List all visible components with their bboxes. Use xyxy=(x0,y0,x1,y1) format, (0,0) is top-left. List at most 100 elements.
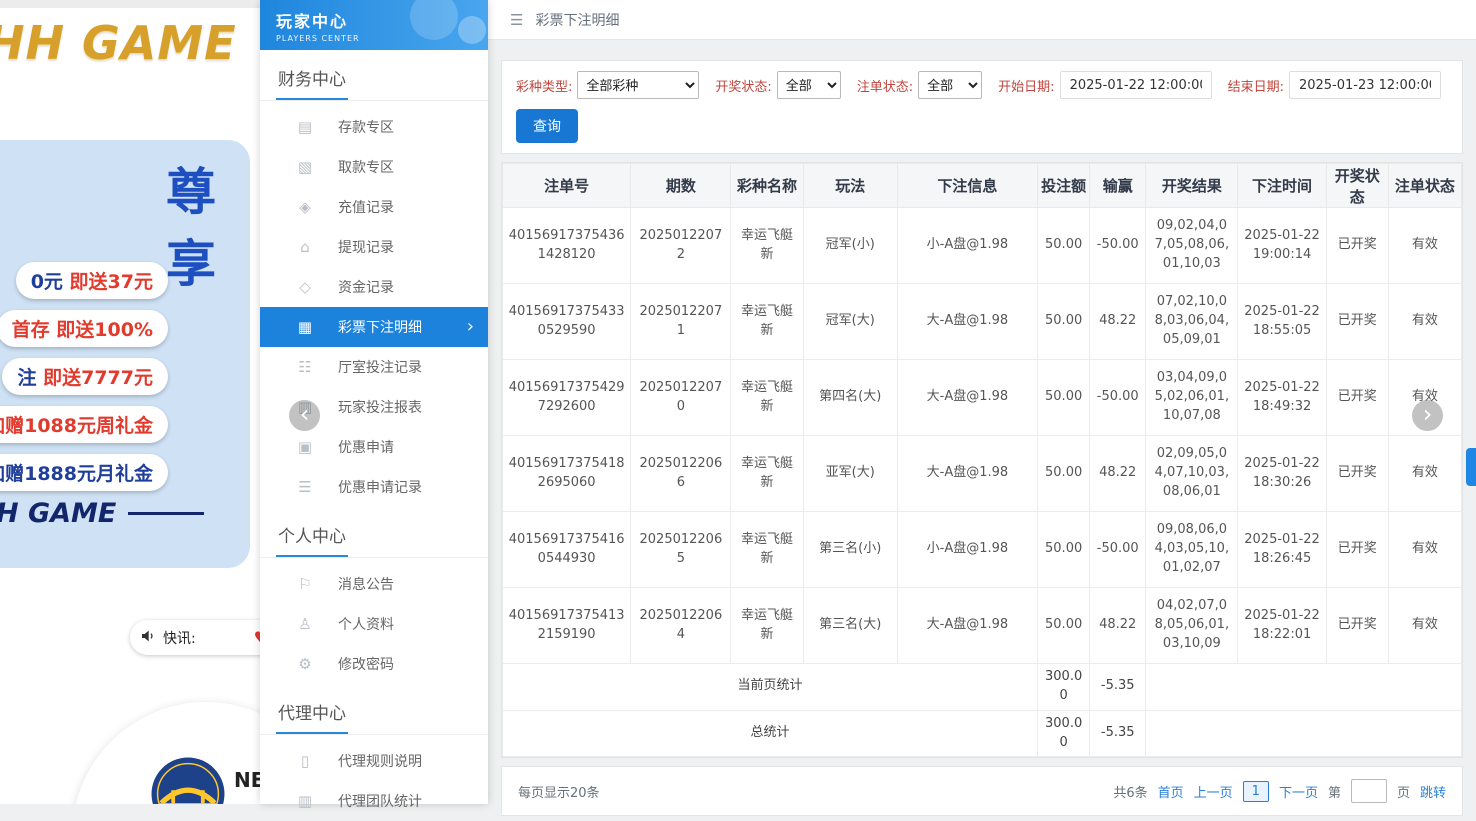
sidebar-item-lottery-bet-details[interactable]: ▦ 彩票下注明细 › xyxy=(260,307,488,347)
first-page-link[interactable]: 首页 xyxy=(1158,782,1184,801)
table-cell: -50.00 xyxy=(1089,207,1147,284)
sidebar-section-finance: 财务中心 xyxy=(260,50,488,101)
sidebar-item-promo-apply-records[interactable]: ☰ 优惠申请记录 xyxy=(260,467,488,507)
table-cell: 已开奖 xyxy=(1325,587,1389,664)
jump-button[interactable]: 跳转 xyxy=(1420,782,1446,801)
table-cell: 大-A盘@1.98 xyxy=(896,283,1039,360)
speaker-icon xyxy=(140,628,156,648)
col-bet-info: 下注信息 xyxy=(896,163,1039,208)
sidebar-item-profile[interactable]: ♙ 个人资料 xyxy=(260,604,488,644)
lottery-type-select[interactable]: 全部彩种 xyxy=(577,71,700,99)
recharge-records-icon: ◈ xyxy=(299,198,311,216)
table-cell: -50.00 xyxy=(1089,359,1147,436)
table-cell: 有效 xyxy=(1387,283,1463,360)
table-cell: 小-A盘@1.98 xyxy=(896,511,1039,588)
table-cell: 401569173754330529590 xyxy=(501,283,632,360)
sidebar-item-hall-bet-records[interactable]: ☷ 厅室投注记录 xyxy=(260,347,488,387)
table-cell: 48.22 xyxy=(1089,587,1147,664)
table-cell: 冠军(小) xyxy=(802,207,898,284)
col-win-loss: 输赢 xyxy=(1089,163,1147,208)
prev-page-link[interactable]: 上一页 xyxy=(1194,782,1233,801)
sidebar-item-promo-apply[interactable]: ▣ 优惠申请 xyxy=(260,427,488,467)
current-page-badge[interactable]: 1 xyxy=(1242,780,1269,802)
table-cell: 401569173754182695060 xyxy=(501,435,632,512)
brand-dash xyxy=(128,512,205,515)
table-cell: 07,02,10,08,03,06,04,05,09,01 xyxy=(1145,283,1239,360)
carousel-right-arrow[interactable]: › xyxy=(1412,400,1443,431)
pager-controls: 共6条 首页 上一页 1 下一页 第 页 跳转 xyxy=(1113,779,1446,804)
total-summary-empty xyxy=(1145,709,1462,758)
footer-logo-text: NE xyxy=(234,768,260,792)
news-ticker[interactable]: 快讯: ♥ xyxy=(130,620,260,655)
end-date-label: 结束日期: xyxy=(1227,79,1284,95)
carousel-left-arrow[interactable]: ‹ xyxy=(289,400,320,431)
table-cell: 20250122064 xyxy=(630,587,732,664)
table-cell: 2025-01-22 18:55:05 xyxy=(1237,283,1327,360)
bet-details-table: 注单号 期数 彩种名称 玩法 下注信息 投注额 输赢 开奖结果 下注时间 开奖状… xyxy=(501,163,1463,758)
col-order-status: 注单状态 xyxy=(1387,163,1463,208)
sidebar-item-change-password[interactable]: ⚙ 修改密码 xyxy=(260,644,488,684)
sidebar: 玩家中心 PLAYERS CENTER 财务中心 ▤ 存款专区 ▧ 取款专区 ◈… xyxy=(260,0,488,810)
sidebar-title: 玩家中心 xyxy=(276,12,349,31)
table-cell: 2025-01-22 19:00:14 xyxy=(1237,207,1327,284)
sidebar-item-deposit[interactable]: ▤ 存款专区 xyxy=(260,107,488,147)
table-cell: 幸运飞艇新 xyxy=(730,587,804,664)
sidebar-item-withdraw[interactable]: ▧ 取款专区 xyxy=(260,147,488,187)
jump-prefix-text: 第 xyxy=(1327,785,1341,801)
draw-status-select[interactable]: 全部 xyxy=(776,71,841,99)
promo-apply-icon: ▣ xyxy=(297,438,313,456)
funds-records-icon: ◇ xyxy=(299,278,311,296)
hamburger-menu-icon[interactable]: ☰ xyxy=(510,11,523,29)
col-draw-result: 开奖结果 xyxy=(1145,163,1239,208)
sidebar-item-funds-records[interactable]: ◇ 资金记录 xyxy=(260,267,488,307)
page-summary-label: 当前页统计 xyxy=(501,663,1039,711)
sidebar-item-agent-rules[interactable]: ▯ 代理规则说明 xyxy=(260,741,488,781)
query-button[interactable]: 查询 xyxy=(516,109,578,143)
withdraw-icon: ▧ xyxy=(297,158,313,176)
sidebar-item-recharge-records[interactable]: ◈ 充值记录 xyxy=(260,187,488,227)
sidebar-section-agent: 代理中心 xyxy=(260,684,488,735)
col-play: 玩法 xyxy=(802,163,898,208)
table-cell: 401569173754132159190 xyxy=(501,587,632,664)
col-lottery-name: 彩种名称 xyxy=(730,163,804,208)
table-cell: 冠军(大) xyxy=(802,283,898,360)
agent-team-stats-icon: ▥ xyxy=(297,792,313,810)
promo-pill-list: 0元 即送37元 首存 即送100% 注 即送7777元 加赠1088元周礼金 … xyxy=(0,262,168,491)
promo-top-strip xyxy=(0,0,260,8)
table-header-row: 注单号 期数 彩种名称 玩法 下注信息 投注额 输赢 开奖结果 下注时间 开奖状… xyxy=(501,163,1463,208)
start-date-input[interactable] xyxy=(1059,71,1212,99)
sidebar-subtitle: PLAYERS CENTER xyxy=(276,34,360,43)
table-cell: 已开奖 xyxy=(1325,207,1389,284)
bet-details-table-card: 注单号 期数 彩种名称 玩法 下注信息 投注额 输赢 开奖结果 下注时间 开奖状… xyxy=(501,162,1463,759)
promo-pill: 首存 即送100% xyxy=(0,310,168,347)
table-cell: 20250122070 xyxy=(630,359,732,436)
promo-apply-records-icon: ☰ xyxy=(298,478,312,496)
right-edge-tab[interactable] xyxy=(1466,448,1476,486)
ticker-label: 快讯: xyxy=(163,630,196,647)
promo-brand-line: H GAME xyxy=(0,498,205,529)
sidebar-item-agent-team-stats[interactable]: ▥ 代理团队统计 xyxy=(260,781,488,821)
table-cell: 48.22 xyxy=(1089,435,1147,512)
hall-bet-records-icon: ☷ xyxy=(298,358,312,376)
table-row: 401569173754132159190 20250122064 幸运飞艇新 … xyxy=(501,587,1463,664)
table-cell: 幸运飞艇新 xyxy=(730,435,804,512)
jump-page-input[interactable] xyxy=(1350,779,1387,804)
table-cell: 2025-01-22 18:26:45 xyxy=(1237,511,1327,588)
team-emblem-icon xyxy=(150,756,226,804)
sidebar-item-announcements[interactable]: ⚐ 消息公告 xyxy=(260,564,488,604)
table-cell: 20250122065 xyxy=(630,511,732,588)
end-date-input[interactable] xyxy=(1288,71,1441,99)
table-cell: 2025-01-22 18:30:26 xyxy=(1237,435,1327,512)
order-status-select[interactable]: 全部 xyxy=(918,71,983,99)
chevron-right-icon: › xyxy=(466,316,474,337)
table-cell: 已开奖 xyxy=(1325,283,1389,360)
table-cell: 已开奖 xyxy=(1325,511,1389,588)
table-cell: 50.00 xyxy=(1037,207,1091,284)
page-summary-win: -5.35 xyxy=(1089,663,1147,711)
table-cell: 20250122066 xyxy=(630,435,732,512)
col-period: 期数 xyxy=(630,163,732,208)
table-cell: 401569173754361428120 xyxy=(501,207,632,284)
next-page-link[interactable]: 下一页 xyxy=(1279,782,1318,801)
sidebar-item-withdrawal-records[interactable]: ⌂ 提现记录 xyxy=(260,227,488,267)
table-cell: 有效 xyxy=(1387,207,1463,284)
